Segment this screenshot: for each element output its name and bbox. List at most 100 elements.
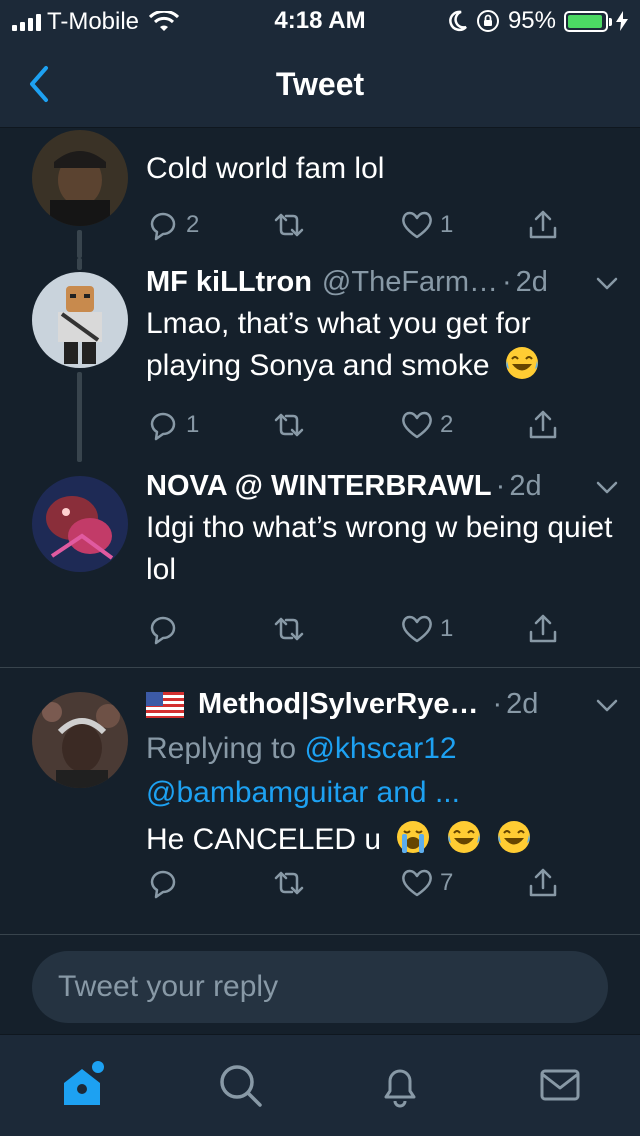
tweet-header: NOVA @ WINTERBRAWL · 2d bbox=[146, 470, 620, 503]
charging-icon bbox=[616, 11, 628, 31]
conversation-feed[interactable]: Cold world fam lol 2 1 MF kiLLtron @TheF… bbox=[0, 128, 640, 934]
reply-icon bbox=[150, 212, 176, 241]
tweet-text: Lmao, that’s what you get for playing So… bbox=[146, 307, 531, 382]
share-icon bbox=[529, 868, 557, 897]
search-icon bbox=[220, 1065, 262, 1107]
tweet[interactable]: NOVA @ WINTERBRAWL · 2d Idgi tho what’s … bbox=[0, 462, 640, 668]
retweet-icon bbox=[274, 213, 304, 237]
tab-home[interactable] bbox=[56, 1059, 108, 1111]
reply-button[interactable] bbox=[146, 612, 186, 646]
heart-icon bbox=[402, 615, 432, 643]
tweet-content: Method|SylverRye… · 2d Replying to @khsc… bbox=[146, 688, 620, 861]
tweet-content: Cold world fam lol bbox=[146, 144, 620, 190]
tab-bar bbox=[0, 1034, 640, 1136]
bell-icon bbox=[384, 1069, 416, 1108]
display-name[interactable]: Method|SylverRye… bbox=[198, 688, 478, 721]
reply-count: 1 bbox=[186, 411, 200, 438]
share-icon bbox=[529, 410, 557, 439]
tab-notifications[interactable] bbox=[374, 1059, 426, 1111]
share-icon bbox=[529, 614, 557, 643]
chevron-down-icon[interactable] bbox=[594, 692, 620, 718]
like-button[interactable]: 1 bbox=[400, 208, 453, 242]
tweet-content: MF kiLLtron @TheFarm… · 2d Lmao, that’s … bbox=[146, 266, 620, 387]
status-right: 95% bbox=[448, 7, 628, 35]
like-count: 7 bbox=[440, 869, 454, 896]
tweet-body: Lmao, that’s what you get for playing So… bbox=[146, 303, 620, 387]
reply-button[interactable] bbox=[146, 866, 186, 900]
retweet-button[interactable] bbox=[272, 612, 312, 646]
replying-to: Replying to @khscar12 @bambamguitar and … bbox=[146, 727, 620, 815]
avatar[interactable] bbox=[32, 692, 128, 788]
display-name[interactable]: NOVA @ WINTERBRAWL bbox=[146, 470, 492, 503]
battery-percent: 95% bbox=[507, 7, 556, 34]
like-count: 2 bbox=[440, 411, 454, 438]
us-flag-icon bbox=[146, 691, 184, 718]
retweet-button[interactable] bbox=[272, 866, 312, 900]
tab-messages[interactable] bbox=[534, 1059, 586, 1111]
moon-icon bbox=[449, 10, 467, 32]
share-icon bbox=[529, 210, 557, 239]
share-button[interactable] bbox=[526, 612, 560, 646]
laughing-emoji-icon bbox=[447, 821, 480, 853]
home-icon bbox=[64, 1061, 104, 1105]
tab-search[interactable] bbox=[214, 1059, 266, 1111]
tweet[interactable]: Method|SylverRye… · 2d Replying to @khsc… bbox=[0, 668, 640, 934]
separator-dot: · bbox=[495, 470, 506, 502]
crying-emoji-icon bbox=[397, 821, 430, 853]
navigation-bar: Tweet bbox=[0, 40, 640, 128]
reply-button[interactable]: 2 bbox=[146, 208, 199, 242]
like-button[interactable]: 2 bbox=[400, 408, 453, 442]
page-title: Tweet bbox=[275, 66, 365, 102]
tweet-actions: 1 bbox=[146, 612, 576, 652]
chevron-down-icon[interactable] bbox=[594, 270, 620, 296]
reply-count: 2 bbox=[186, 211, 200, 238]
share-button[interactable] bbox=[526, 208, 560, 242]
timestamp: 2d bbox=[509, 470, 542, 502]
reply-input[interactable]: Tweet your reply bbox=[32, 951, 608, 1023]
retweet-icon bbox=[274, 413, 304, 437]
retweet-icon bbox=[274, 871, 304, 895]
user-handle[interactable]: @TheFarm… bbox=[322, 266, 498, 299]
like-count: 1 bbox=[440, 615, 454, 642]
share-button[interactable] bbox=[526, 866, 560, 900]
tweet-text: Cold world fam lol bbox=[146, 152, 385, 185]
reply-bar: Tweet your reply bbox=[0, 934, 640, 1034]
status-bar: T-Mobile 4:18 AM 95% bbox=[0, 0, 640, 40]
reply-icon bbox=[150, 412, 176, 441]
tweet-text: Idgi tho what’s wrong w being quiet lol bbox=[146, 511, 613, 586]
battery-icon bbox=[564, 10, 612, 32]
retweet-button[interactable] bbox=[272, 408, 312, 442]
mention-link[interactable]: @khscar12 bbox=[304, 732, 456, 765]
like-button[interactable]: 7 bbox=[400, 866, 453, 900]
tweet-text: He CANCELED u bbox=[146, 823, 382, 856]
mail-icon bbox=[540, 1069, 580, 1101]
retweet-icon bbox=[274, 617, 304, 641]
mention-link[interactable]: @bambamguitar and ... bbox=[146, 776, 460, 809]
tweet-header: Method|SylverRye… · 2d bbox=[146, 688, 620, 721]
tweet-actions: 2 1 bbox=[146, 208, 576, 248]
heart-icon bbox=[402, 211, 432, 239]
rotation-lock-icon bbox=[476, 10, 499, 32]
retweet-button[interactable] bbox=[272, 208, 312, 242]
laughing-emoji-icon bbox=[505, 347, 538, 379]
thread-line bbox=[77, 372, 82, 462]
tweet-header: MF kiLLtron @TheFarm… · 2d bbox=[146, 266, 620, 299]
heart-icon bbox=[402, 869, 432, 897]
heart-icon bbox=[402, 411, 432, 439]
avatar[interactable] bbox=[32, 476, 128, 572]
replying-to-label: Replying to bbox=[146, 732, 297, 765]
avatar[interactable] bbox=[32, 272, 128, 368]
reply-icon bbox=[150, 616, 176, 645]
avatar[interactable] bbox=[32, 130, 128, 226]
reply-button[interactable]: 1 bbox=[146, 408, 199, 442]
tweet-body: He CANCELED u bbox=[146, 819, 620, 861]
separator-dot: · bbox=[492, 688, 503, 720]
thread-line bbox=[77, 230, 82, 258]
display-name[interactable]: MF kiLLtron bbox=[146, 266, 312, 299]
tweet[interactable]: Cold world fam lol 2 1 bbox=[0, 128, 640, 258]
tweet[interactable]: MF kiLLtron @TheFarm… · 2d Lmao, that’s … bbox=[0, 258, 640, 462]
share-button[interactable] bbox=[526, 408, 560, 442]
tweet-content: NOVA @ WINTERBRAWL · 2d Idgi tho what’s … bbox=[146, 470, 620, 591]
like-button[interactable]: 1 bbox=[400, 612, 453, 646]
chevron-down-icon[interactable] bbox=[594, 474, 620, 500]
